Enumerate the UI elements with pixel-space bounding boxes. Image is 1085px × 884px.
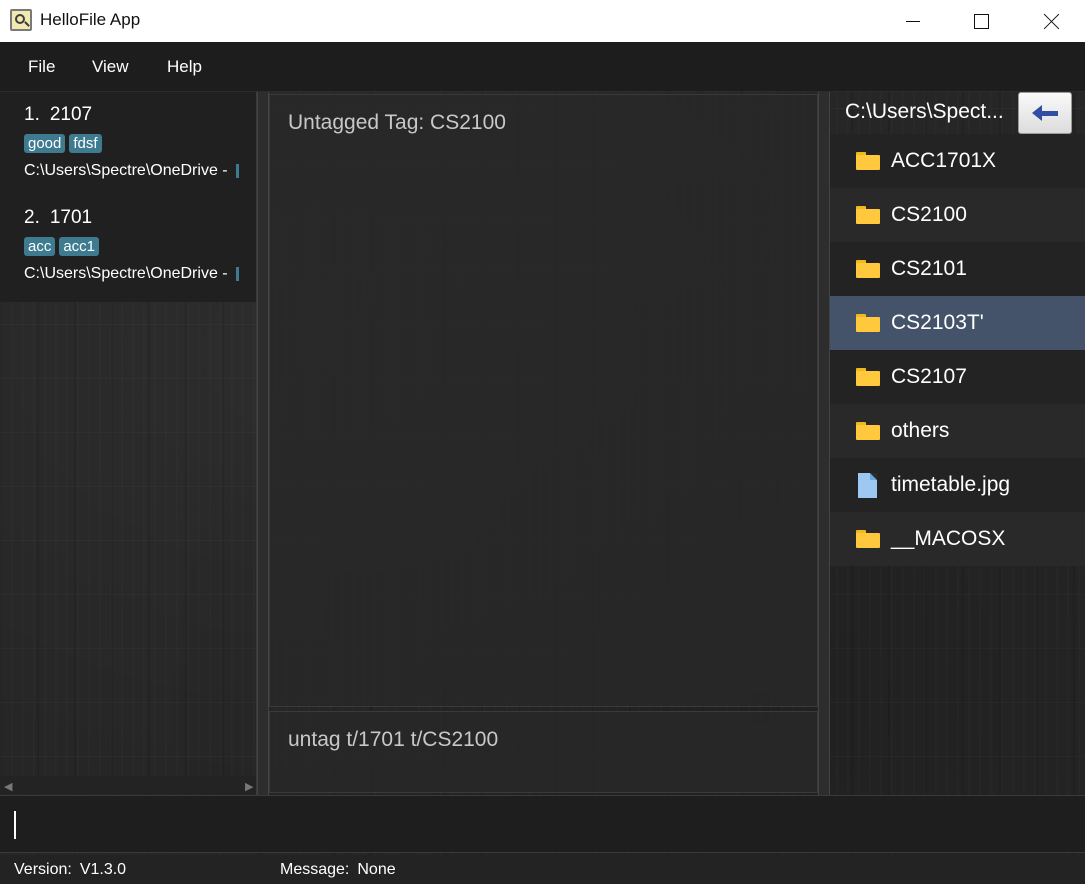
status-bar: Version: V1.3.0 Message: None: [0, 855, 1085, 884]
menu-view[interactable]: View: [92, 57, 129, 77]
folder-icon: [856, 260, 880, 278]
back-button[interactable]: [1018, 92, 1072, 134]
list-item-path-text: C:\Users\Spectre\OneDrive -: [24, 265, 233, 282]
tagged-file-list[interactable]: 1. 2107 good fdsf C:\Users\Spectre\OneDriv…: [0, 92, 257, 795]
title-bar: HelloFile App: [0, 0, 1085, 42]
folder-item[interactable]: __MACOSX: [830, 512, 1085, 566]
folder-item[interactable]: CS2107: [830, 350, 1085, 404]
list-item-path: C:\Users\Spectre\OneDrive -: [24, 162, 256, 180]
file-item-name: timetable.jpg: [891, 473, 1011, 496]
command-history-display: untag t/1701 t/CS2100: [269, 711, 818, 793]
scroll-right-icon[interactable]: ▶: [245, 780, 253, 793]
file-item-name: __MACOSX: [891, 527, 1006, 550]
list-item-name: 1701: [49, 207, 93, 228]
current-directory-path: C:\Users\Spect...: [845, 100, 1004, 123]
folder-icon: [856, 530, 880, 548]
close-icon: [1044, 13, 1060, 29]
left-splitter[interactable]: [257, 92, 269, 795]
tag-group: acc acc1: [24, 236, 256, 258]
folder-item[interactable]: CS2100: [830, 188, 1085, 242]
result-display: Untagged Tag: CS2100: [269, 94, 818, 707]
command-input[interactable]: [0, 795, 1085, 853]
right-splitter[interactable]: [818, 92, 830, 795]
minimize-button[interactable]: [885, 0, 941, 42]
maximize-icon: [973, 13, 989, 29]
folder-icon: [856, 152, 880, 170]
window-title: HelloFile App: [40, 10, 141, 29]
tag-badge: acc: [24, 237, 56, 256]
file-item-name: others: [891, 419, 950, 442]
minimize-icon: [906, 20, 920, 22]
folder-item[interactable]: others: [830, 404, 1085, 458]
version-status: Version: V1.3.0: [14, 861, 126, 879]
file-item[interactable]: timetable.jpg: [830, 458, 1085, 512]
list-item[interactable]: 1. 2107 good fdsf C:\Users\Spectre\OneDriv…: [24, 104, 256, 180]
file-item-name: CS2100: [891, 203, 967, 226]
message-status: Message: None: [280, 861, 396, 879]
folder-icon: [856, 206, 880, 224]
last-command-text: untag t/1701 t/CS2100: [288, 728, 499, 751]
list-item-title: 2. 1701: [24, 207, 256, 229]
tag-badge: fdsf: [69, 134, 102, 153]
folder-icon: [856, 368, 880, 386]
tag-group: good fdsf: [24, 133, 256, 155]
file-item-name: CS2107: [891, 365, 967, 388]
app-icon: [10, 9, 32, 31]
menu-bar: File View Help: [0, 42, 1085, 92]
file-icon: [858, 472, 877, 498]
folder-icon: [856, 422, 880, 440]
list-item-title: 1. 2107: [24, 104, 256, 126]
arrow-left-icon: [1032, 105, 1058, 121]
folder-icon: [856, 314, 880, 332]
tag-badge: good: [24, 134, 66, 153]
version-value: V1.3.0: [79, 861, 127, 878]
maximize-button[interactable]: [953, 0, 1009, 42]
folder-item[interactable]: CS2101: [830, 242, 1085, 296]
scroll-left-icon[interactable]: ◀: [4, 780, 12, 793]
message-value: None: [357, 861, 396, 878]
close-button[interactable]: [1024, 0, 1080, 42]
file-item-name: CS2101: [891, 257, 967, 280]
file-item-name: CS2103T': [891, 311, 984, 334]
list-item[interactable]: 2. 1701 acc acc1 C:\Users\Spectre\OneDrive…: [24, 207, 256, 283]
list-item-index: 2.: [24, 207, 40, 228]
version-label: Version:: [14, 861, 72, 878]
file-browser: C:\Users\Spect... ACC1701X CS2100 CS2101…: [830, 92, 1085, 795]
list-item-index: 1.: [24, 104, 40, 125]
menu-help[interactable]: Help: [167, 57, 202, 77]
message-label: Message:: [280, 861, 350, 878]
list-item-name: 2107: [49, 104, 93, 125]
file-item-name: ACC1701X: [891, 149, 997, 172]
tag-badge: acc1: [59, 237, 100, 256]
result-message: Untagged Tag: CS2100: [288, 111, 506, 134]
folder-item-selected[interactable]: CS2103T': [830, 296, 1085, 350]
menu-file[interactable]: File: [28, 57, 55, 77]
list-item-path-text: C:\Users\Spectre\OneDrive -: [24, 162, 233, 179]
text-caret: [14, 811, 16, 839]
horizontal-scrollbar[interactable]: ◀ ▶: [0, 776, 256, 794]
list-item-path: C:\Users\Spectre\OneDrive -: [24, 265, 256, 283]
folder-item[interactable]: ACC1701X: [830, 134, 1085, 188]
